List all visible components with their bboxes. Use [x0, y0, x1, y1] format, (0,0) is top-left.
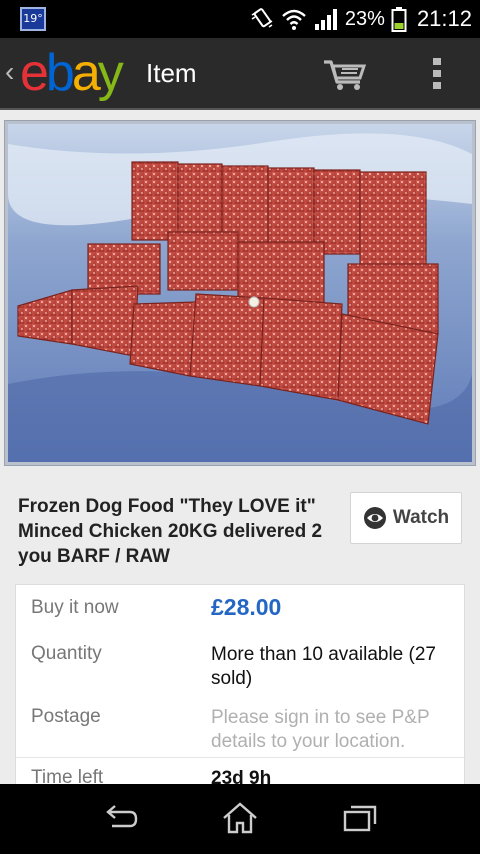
vibrate-icon: [251, 8, 273, 28]
weather-widget-icon: 19°: [20, 7, 46, 31]
action-bar: ‹ ebay Item: [0, 38, 480, 110]
postage-value[interactable]: Please sign in to see P&P details to you…: [211, 706, 456, 754]
logo-letter-e: e: [20, 44, 49, 102]
ebay-logo[interactable]: ebay: [20, 43, 124, 103]
battery-percent: 23%: [344, 7, 385, 30]
details-divider: [16, 757, 466, 758]
item-details-card: Buy it now £28.00 Quantity More than 10 …: [15, 584, 466, 784]
time-left-label: Time left: [31, 767, 104, 784]
signal-icon: [314, 9, 337, 30]
wifi-icon: [282, 9, 306, 30]
page-title: Item: [146, 58, 197, 88]
watch-button[interactable]: Watch: [350, 492, 462, 544]
battery-icon: [391, 7, 407, 32]
price-value: £28.00: [211, 594, 282, 620]
product-image-frame[interactable]: [4, 120, 476, 466]
product-photo[interactable]: [8, 124, 472, 462]
watch-label: Watch: [392, 507, 450, 528]
item-content[interactable]: Frozen Dog Food "They LOVE it" Minced Ch…: [0, 110, 480, 784]
up-navigation-icon[interactable]: ‹: [5, 58, 14, 86]
overflow-menu-icon[interactable]: [430, 56, 444, 92]
clock: 21:12: [416, 6, 472, 31]
logo-letter-a: a: [71, 44, 101, 102]
buy-it-now-label: Buy it now: [31, 597, 119, 618]
item-title: Frozen Dog Food "They LOVE it" Minced Ch…: [18, 496, 323, 567]
eye-icon: [363, 507, 386, 529]
back-icon[interactable]: [100, 800, 140, 836]
quantity-value: More than 10 available (27 sold): [211, 644, 436, 689]
logo-letter-y: y: [97, 44, 124, 102]
cart-icon[interactable]: [322, 56, 368, 92]
logo-letter-b: b: [45, 44, 75, 102]
recent-apps-icon[interactable]: [340, 800, 380, 836]
quantity-label: Quantity: [31, 643, 102, 664]
postage-label: Postage: [31, 706, 101, 727]
home-icon[interactable]: [220, 800, 260, 836]
time-left-value: 23d 9h: [211, 768, 272, 784]
status-bar: 19° 23% 21:12: [0, 0, 480, 38]
system-nav-bar: [0, 784, 480, 854]
